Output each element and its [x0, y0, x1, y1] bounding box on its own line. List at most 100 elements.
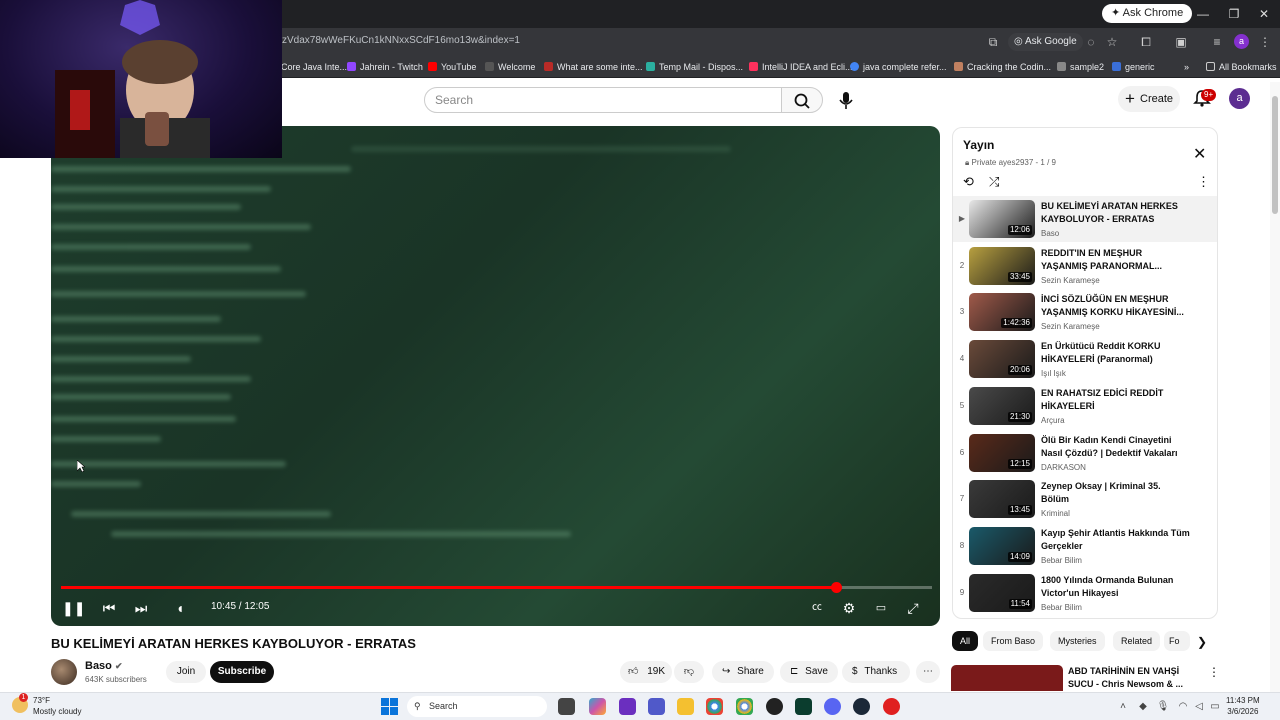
- fullscreen-icon[interactable]: ⤢: [903, 598, 923, 618]
- pause-icon[interactable]: ❚❚: [62, 598, 85, 618]
- ask-google-button[interactable]: ◎ Ask Google: [1008, 33, 1083, 51]
- settings-gear-icon[interactable]: ⚙: [839, 598, 859, 618]
- captions-icon[interactable]: ㏄: [807, 598, 827, 618]
- playlist-item[interactable]: 6 12:15 Ölü Bir Kadın Kendi Cinayetini Nas…: [953, 430, 1217, 476]
- chrome-icon[interactable]: [706, 698, 723, 715]
- like-button[interactable]: 👍︎ 19K: [620, 661, 672, 683]
- close-icon[interactable]: ✕: [1193, 144, 1206, 164]
- playlist-item-title[interactable]: En Ürkütücü Reddit KORKU HİKAYELERİ (Par…: [1041, 340, 1191, 366]
- progress-bar[interactable]: [61, 582, 932, 593]
- bookmarks-overflow-icon[interactable]: »: [1171, 60, 1189, 74]
- chrome-profile-icon[interactable]: [736, 698, 753, 715]
- playlist-item-thumbnail[interactable]: 21:30: [969, 386, 1035, 425]
- playlist-item-title[interactable]: REDDIT'IN EN MEŞHUR YAŞANMIŞ PARANORMAL.…: [1041, 247, 1191, 273]
- tray-mic-icon[interactable]: 🎙︎: [1156, 700, 1170, 714]
- media-icon[interactable]: ≡: [1208, 33, 1226, 51]
- search-input[interactable]: Search: [424, 87, 782, 113]
- voice-search-button[interactable]: [832, 86, 860, 114]
- playlist-item[interactable]: 2 33:45 REDDIT'IN EN MEŞHUR YAŞANMIŞ PARAN…: [953, 243, 1217, 289]
- bookmark-item[interactable]: IntelliJ IDEA and Ecli...: [749, 60, 853, 74]
- join-button[interactable]: Join: [166, 661, 206, 683]
- playlist-title[interactable]: Yayın: [963, 138, 994, 152]
- minimize-icon[interactable]: —: [1195, 6, 1211, 22]
- playlist-item[interactable]: 9 11:54 1800 Yılında Ormanda Bulunan Victo…: [953, 570, 1217, 616]
- create-button[interactable]: + Create: [1118, 86, 1180, 112]
- playlist-item[interactable]: 8 14:09 Kayıp Şehir Atlantis Hakkında Tüm …: [953, 523, 1217, 569]
- page-scrollbar[interactable]: [1270, 82, 1280, 692]
- playlist-item[interactable]: 3 1:42:36 İNCİ SÖZLÜĞÜN EN MEŞHUR YAŞANMIŞ…: [953, 289, 1217, 335]
- bookmark-item[interactable]: java complete refer...: [850, 60, 947, 74]
- loop-icon[interactable]: ⟲: [963, 174, 983, 192]
- miniplayer-icon[interactable]: ▭: [871, 598, 891, 618]
- volume-icon[interactable]: ◖: [170, 598, 190, 618]
- close-window-icon[interactable]: ✕: [1256, 6, 1272, 22]
- playlist-item-thumbnail[interactable]: 13:45: [969, 480, 1035, 519]
- playlist-item-thumbnail[interactable]: 1:42:36: [969, 293, 1035, 332]
- more-actions-icon[interactable]: ⋯: [916, 661, 940, 683]
- tray-overflow-icon[interactable]: ˄: [1116, 700, 1130, 714]
- scroll-thumb[interactable]: [1272, 96, 1278, 214]
- terminal-icon[interactable]: [795, 698, 812, 715]
- subscribe-button[interactable]: Subscribe: [210, 661, 274, 683]
- next-icon[interactable]: ⏭: [131, 598, 151, 618]
- playlist-item-title[interactable]: BU KELİMEYİ ARATAN HERKES KAYBOLUYOR - E…: [1041, 200, 1191, 226]
- playlist-menu-icon[interactable]: ⋮: [1197, 174, 1217, 192]
- playlist-item-title[interactable]: 1800 Yılında Ormanda Bulunan Victor'un H…: [1041, 574, 1191, 600]
- playlist-item-title[interactable]: EN RAHATSIZ EDİCİ REDDİT HİKAYELERİ: [1041, 387, 1191, 413]
- share-button[interactable]: ↪ Share: [712, 661, 774, 683]
- star-icon[interactable]: ☆: [1103, 33, 1121, 51]
- playlist-item-thumbnail[interactable]: 14:09: [969, 526, 1035, 565]
- weather-widget[interactable]: 73°F Mostly cloudy: [33, 695, 81, 717]
- playlist-item[interactable]: 7 13:45 Zeynep Oksay | Kriminal 35. Bölüm K…: [953, 476, 1217, 522]
- github-icon[interactable]: [766, 698, 783, 715]
- recommendation-menu-icon[interactable]: ⋮: [1208, 665, 1220, 679]
- install-icon[interactable]: ⧉: [984, 33, 1002, 51]
- progress-scrubber[interactable]: [831, 582, 842, 593]
- eye-off-icon[interactable]: ◌: [1082, 33, 1100, 51]
- chips-next-icon[interactable]: ❯: [1197, 635, 1207, 649]
- teams-icon[interactable]: [648, 698, 665, 715]
- speaker-icon[interactable]: ◁: [1192, 700, 1206, 714]
- previous-icon[interactable]: ⏮: [99, 598, 119, 618]
- playlist-item[interactable]: 5 21:30 EN RAHATSIZ EDİCİ REDDİT HİKAYELER…: [953, 383, 1217, 429]
- tray-app-icon[interactable]: ◆: [1136, 700, 1150, 714]
- playlist-item-thumbnail[interactable]: 12:06: [969, 200, 1035, 238]
- wifi-icon[interactable]: ◠: [1176, 700, 1190, 714]
- copilot-icon[interactable]: [589, 698, 606, 715]
- shuffle-icon[interactable]: ⤮: [989, 174, 1009, 192]
- thanks-button[interactable]: $ Thanks: [842, 661, 910, 683]
- chip-related[interactable]: Related: [1113, 631, 1161, 651]
- windows-start-icon[interactable]: [381, 698, 398, 715]
- bookmark-item[interactable]: generic: [1112, 60, 1155, 74]
- extensions-icon[interactable]: ⧠: [1137, 33, 1155, 51]
- profile-avatar[interactable]: a: [1234, 34, 1249, 49]
- bookmark-item[interactable]: What are some inte...: [544, 60, 643, 74]
- recommendation-title[interactable]: ABD TARİHİNİN EN VAHŞİ SUCU - Chris News…: [1068, 665, 1198, 691]
- playlist-item[interactable]: ▶ 12:06 BU KELİMEYİ ARATAN HERKES KAYBOLUY…: [953, 196, 1217, 242]
- all-bookmarks[interactable]: All Bookmarks: [1206, 60, 1277, 74]
- bookmark-item[interactable]: Welcome: [485, 60, 535, 74]
- playlist-item-thumbnail[interactable]: 11:54: [969, 573, 1035, 612]
- bookmark-item[interactable]: Temp Mail - Dispos...: [646, 60, 743, 74]
- bookmark-item[interactable]: Jahrein - Twitch: [347, 60, 423, 74]
- app-icon[interactable]: [619, 698, 636, 715]
- playlist-item[interactable]: 4 20:06 En Ürkütücü Reddit KORKU HİKAYELER…: [953, 336, 1217, 382]
- video-player[interactable]: ❚❚ ⏮ ⏭ ◖ 10:45 / 12:05 ㏄ ⚙ ▭ ⤢: [51, 126, 940, 626]
- playlist-item-title[interactable]: Zeynep Oksay | Kriminal 35. Bölüm: [1041, 480, 1191, 506]
- playlist-item-title[interactable]: Kayıp Şehir Atlantis Hakkında Tüm Gerçek…: [1041, 527, 1191, 553]
- task-view-icon[interactable]: [558, 698, 575, 715]
- bookmark-item[interactable]: YouTube: [428, 60, 476, 74]
- channel-avatar[interactable]: [51, 659, 77, 685]
- system-clock[interactable]: 11:43 PM 3/6/2026: [1226, 695, 1260, 717]
- search-button[interactable]: [781, 87, 823, 113]
- app-red-icon[interactable]: [883, 698, 900, 715]
- recommendation-thumbnail[interactable]: [951, 665, 1063, 691]
- playlist-item-thumbnail[interactable]: 20:06: [969, 340, 1035, 379]
- dislike-button[interactable]: 👎︎: [674, 661, 704, 683]
- discord-icon[interactable]: [824, 698, 841, 715]
- chip-from-baso[interactable]: From Baso: [983, 631, 1044, 651]
- url-field[interactable]: zVdax78wWeFKuCn1kNNxxSCdF16mo13w&index=1: [282, 35, 520, 46]
- playlist-item-title[interactable]: Ölü Bir Kadın Kendi Cinayetini Nasıl Çöz…: [1041, 434, 1191, 460]
- bookmark-item[interactable]: sample2: [1057, 60, 1104, 74]
- chip-more[interactable]: Fo: [1164, 631, 1190, 651]
